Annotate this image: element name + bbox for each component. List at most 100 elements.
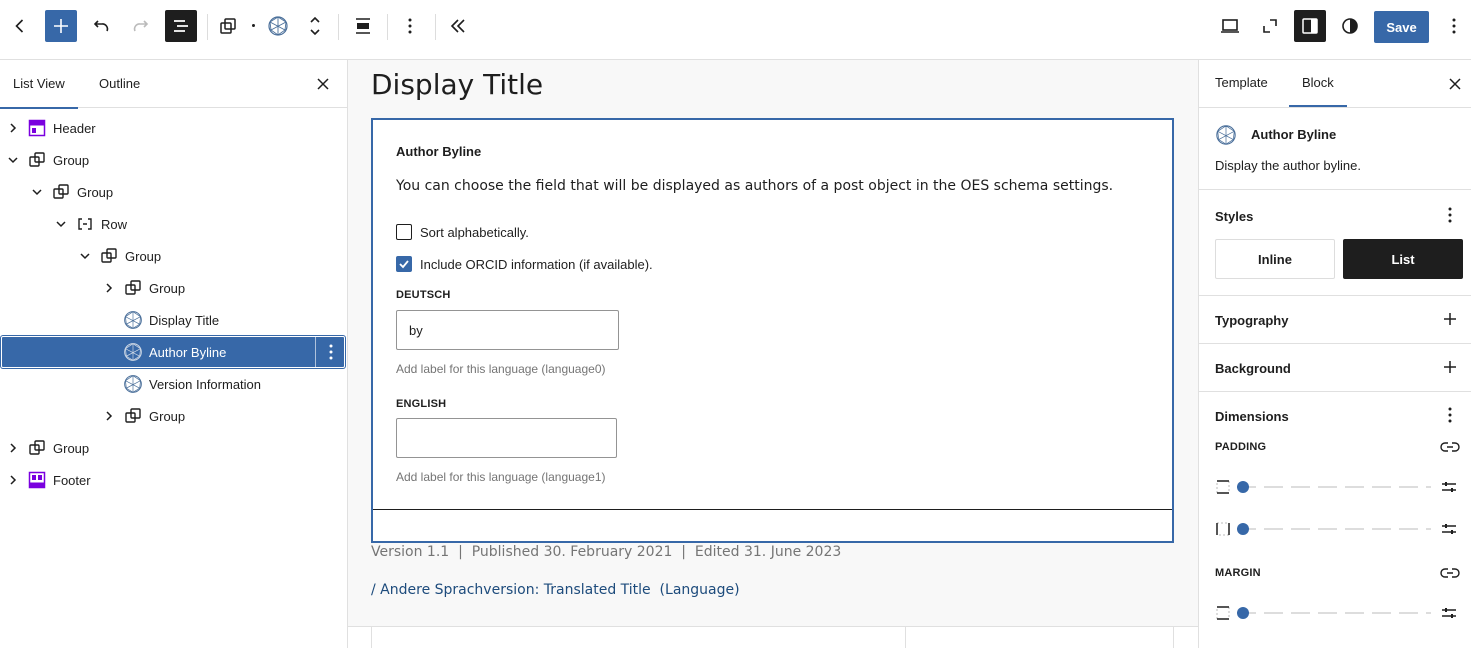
slider-thumb[interactable] xyxy=(1237,481,1249,493)
plus-icon[interactable] xyxy=(1438,355,1462,379)
back-chevron-icon[interactable] xyxy=(4,10,36,42)
more-vertical-icon[interactable] xyxy=(1438,403,1462,427)
tree-item-group[interactable]: Group xyxy=(0,400,348,432)
contrast-icon[interactable] xyxy=(1334,10,1366,42)
align-icon[interactable] xyxy=(347,10,379,42)
settings-icon[interactable] xyxy=(1441,605,1457,624)
tree-item-author-byline[interactable]: Author Byline xyxy=(1,336,345,368)
padding-horizontal-icon xyxy=(1215,521,1231,540)
settings-icon[interactable] xyxy=(1441,479,1457,498)
slider-track xyxy=(1237,486,1431,488)
chevron-down-icon[interactable] xyxy=(53,216,69,232)
author-byline-block[interactable]: Author Byline You can choose the field t… xyxy=(371,118,1174,543)
style-inline-button[interactable]: Inline xyxy=(1215,239,1335,279)
group-icon[interactable] xyxy=(212,10,244,42)
tree-item-display-title[interactable]: Display Title xyxy=(0,304,348,336)
checkbox-label: Include ORCID information (if available)… xyxy=(420,256,653,272)
slider-thumb[interactable] xyxy=(1237,607,1249,619)
language0-input[interactable]: by xyxy=(396,310,619,350)
tree-item-label: Version Information xyxy=(149,376,262,392)
chevron-right-icon[interactable] xyxy=(5,472,21,488)
lower-content-area xyxy=(348,626,1198,648)
chevron-right-icon[interactable] xyxy=(5,120,21,136)
block-card: Author Byline Display the author byline. xyxy=(1199,108,1471,190)
oes-block-icon xyxy=(122,309,144,331)
undo-icon[interactable] xyxy=(85,10,117,42)
close-icon[interactable] xyxy=(1443,72,1467,96)
language1-input[interactable] xyxy=(396,418,617,458)
desktop-preview-icon[interactable] xyxy=(1214,10,1246,42)
fullscreen-icon[interactable] xyxy=(1254,10,1286,42)
content-column xyxy=(371,627,906,648)
tab-outline[interactable]: Outline xyxy=(99,60,140,108)
tab-block[interactable]: Block xyxy=(1289,60,1347,107)
tree-item-version-information[interactable]: Version Information xyxy=(0,368,348,400)
toolbar-divider xyxy=(435,14,436,40)
oes-block-icon[interactable] xyxy=(262,10,294,42)
sort-alphabetically-option[interactable]: Sort alphabetically. xyxy=(396,223,529,241)
plus-icon[interactable] xyxy=(1438,307,1462,331)
style-list-button[interactable]: List xyxy=(1343,239,1463,279)
more-vertical-icon[interactable] xyxy=(394,10,426,42)
background-section[interactable]: Background xyxy=(1199,344,1471,392)
margin-vertical-slider[interactable] xyxy=(1215,603,1465,623)
move-arrows-icon[interactable] xyxy=(299,10,331,42)
margin-label: MARGIN xyxy=(1215,567,1261,579)
slider-thumb[interactable] xyxy=(1237,523,1249,535)
typography-section[interactable]: Typography xyxy=(1199,296,1471,344)
block-name: Author Byline xyxy=(1251,127,1337,142)
chevron-right-icon[interactable] xyxy=(5,440,21,456)
include-orcid-option[interactable]: Include ORCID information (if available)… xyxy=(396,255,653,273)
language0-help: Add label for this language (language0) xyxy=(396,362,606,376)
more-vertical-icon[interactable] xyxy=(1438,203,1462,227)
options-icon[interactable] xyxy=(1438,10,1470,42)
padding-vertical-slider[interactable] xyxy=(1215,477,1465,497)
language0-label: DEUTSCH xyxy=(396,289,451,301)
tree-item-group[interactable]: Group xyxy=(0,272,348,304)
toolbar-divider xyxy=(338,14,339,40)
settings-sidebar: Template Block Author Byline Display the… xyxy=(1198,60,1471,648)
chevron-right-icon[interactable] xyxy=(101,408,117,424)
chevron-right-icon[interactable] xyxy=(101,280,117,296)
checkbox[interactable] xyxy=(396,224,412,240)
more-vertical-icon[interactable] xyxy=(315,336,345,368)
link-icon[interactable] xyxy=(1438,435,1462,459)
tab-template[interactable]: Template xyxy=(1215,60,1268,107)
list-view-button[interactable] xyxy=(165,10,197,42)
version-information[interactable]: Version 1.1 | Published 30. February 202… xyxy=(371,544,841,560)
toolbar-divider xyxy=(387,14,388,40)
redo-icon[interactable] xyxy=(125,10,157,42)
group-icon xyxy=(26,149,48,171)
tree-item-header[interactable]: Header xyxy=(0,112,348,144)
tree-item-label: Row xyxy=(101,216,128,232)
language1-label: ENGLISH xyxy=(396,398,447,410)
slider-track xyxy=(1237,612,1431,614)
tree-item-row[interactable]: Row xyxy=(0,208,348,240)
tree-item-label: Group xyxy=(53,152,90,168)
add-block-button[interactable] xyxy=(45,10,77,42)
chevron-down-icon[interactable] xyxy=(5,152,21,168)
tree-item-group[interactable]: Group xyxy=(0,144,348,176)
link-icon[interactable] xyxy=(1438,561,1462,585)
tab-list-view[interactable]: List View xyxy=(0,60,78,109)
group-icon xyxy=(50,181,72,203)
settings-icon[interactable] xyxy=(1441,521,1457,540)
tree-item-group[interactable]: Group xyxy=(0,432,348,464)
tree-item-group[interactable]: Group xyxy=(0,240,348,272)
padding-label: PADDING xyxy=(1215,441,1267,453)
close-icon[interactable] xyxy=(311,72,335,96)
checkbox-checked[interactable] xyxy=(396,256,412,272)
chevron-down-icon[interactable] xyxy=(77,248,93,264)
background-heading: Background xyxy=(1215,361,1291,376)
save-button[interactable]: Save xyxy=(1374,11,1429,43)
chevron-down-icon[interactable] xyxy=(29,184,45,200)
tree-item-label: Display Title xyxy=(149,312,220,328)
settings-sidebar-toggle[interactable] xyxy=(1294,10,1326,42)
tree-item-footer[interactable]: Footer xyxy=(0,464,348,496)
page-title[interactable]: Display Title xyxy=(371,68,543,101)
translation-link[interactable]: / Andere Sprachversion: Translated Title… xyxy=(371,582,740,598)
tree-item-group[interactable]: Group xyxy=(0,176,348,208)
padding-horizontal-slider[interactable] xyxy=(1215,519,1465,539)
group-icon xyxy=(122,277,144,299)
collapse-toolbar-icon[interactable] xyxy=(442,10,474,42)
